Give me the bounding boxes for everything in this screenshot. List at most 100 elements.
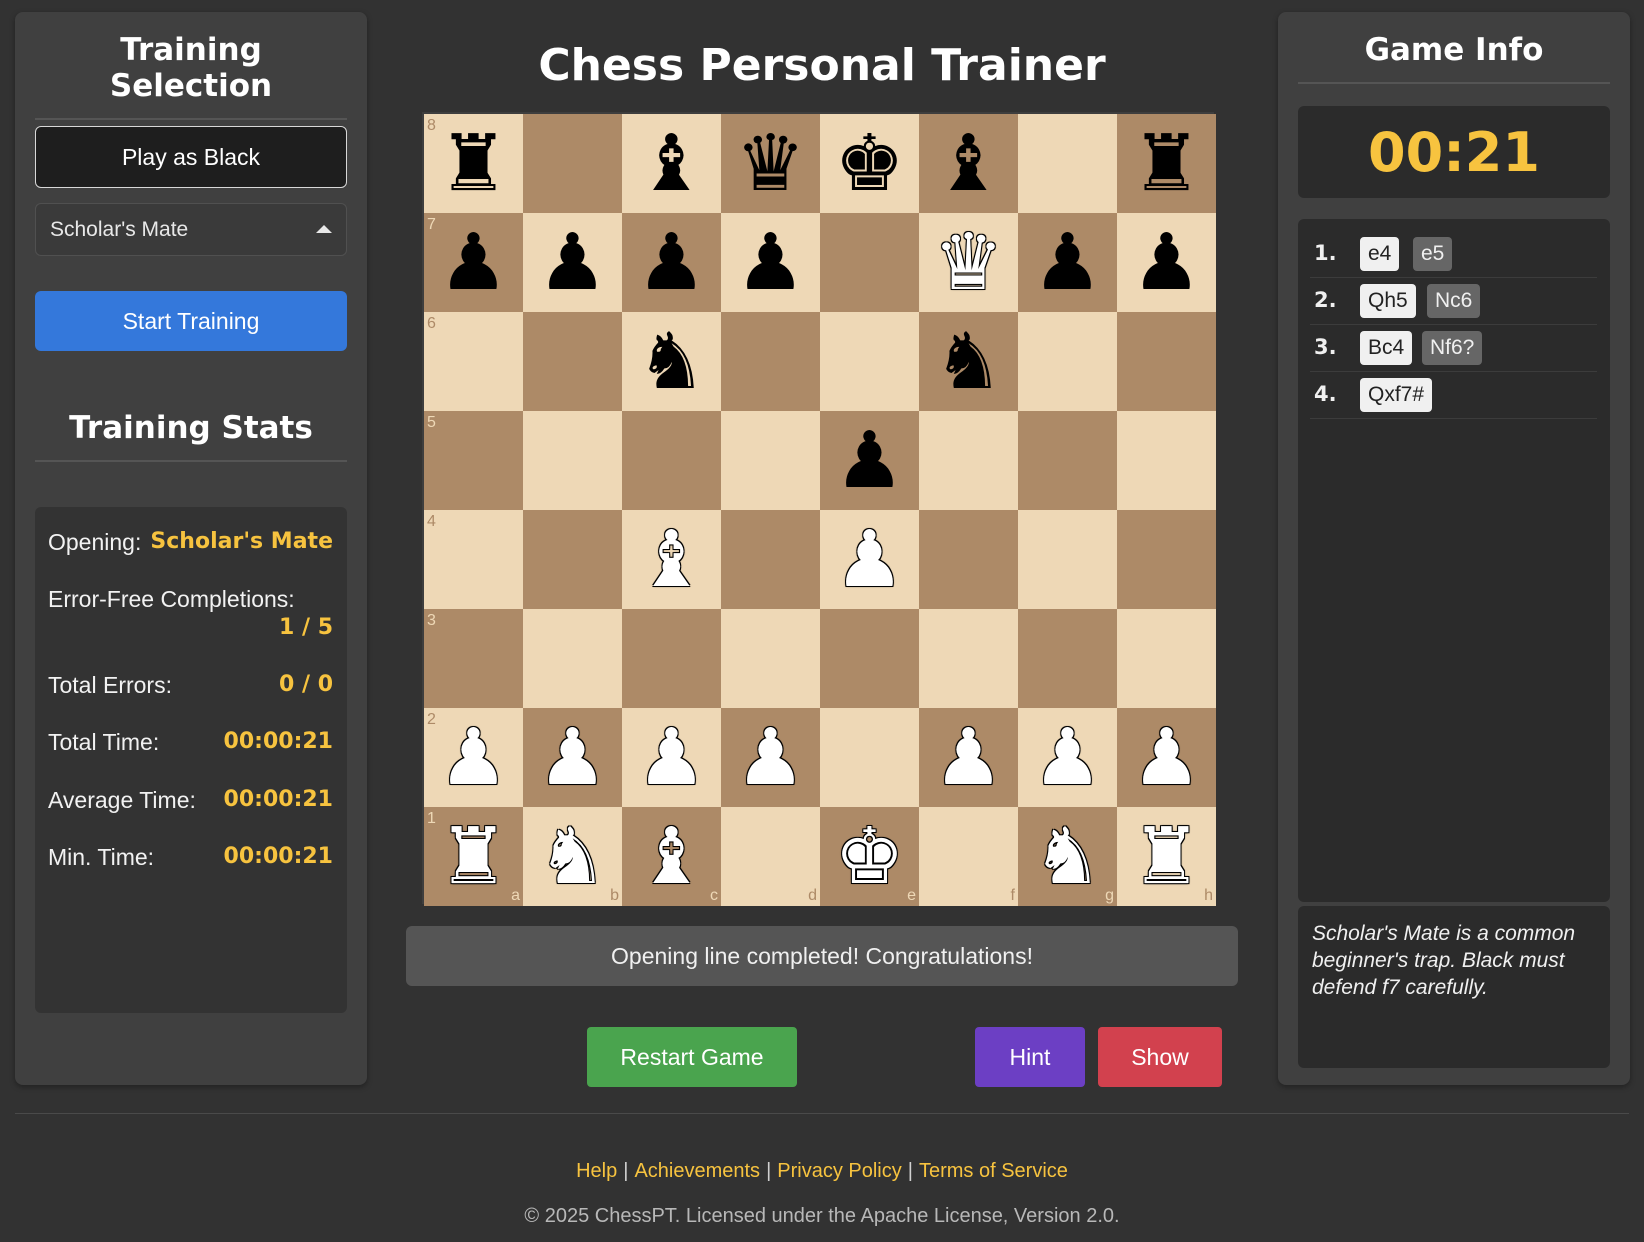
square-f2[interactable]: ♟ xyxy=(919,708,1018,807)
white-rook-icon[interactable]: ♜ xyxy=(1117,807,1216,906)
square-c5[interactable] xyxy=(622,411,721,510)
black-move[interactable]: Nf6? xyxy=(1422,331,1483,365)
square-e3[interactable] xyxy=(820,609,919,708)
black-move[interactable]: e5 xyxy=(1413,237,1453,271)
white-bishop-icon[interactable]: ♝ xyxy=(622,510,721,609)
square-a1[interactable]: 1 a ♜ xyxy=(424,807,523,906)
square-d6[interactable] xyxy=(721,312,820,411)
white-pawn-icon[interactable]: ♟ xyxy=(622,708,721,807)
square-b2[interactable]: ♟ xyxy=(523,708,622,807)
square-f6[interactable]: ♞ xyxy=(919,312,1018,411)
square-d8[interactable]: ♛ xyxy=(721,114,820,213)
white-move[interactable]: Bc4 xyxy=(1360,331,1413,365)
black-knight-icon[interactable]: ♞ xyxy=(919,312,1018,411)
black-pawn-icon[interactable]: ♟ xyxy=(820,411,919,510)
square-f7[interactable]: ♛ xyxy=(919,213,1018,312)
black-bishop-icon[interactable]: ♝ xyxy=(622,114,721,213)
square-g8[interactable] xyxy=(1018,114,1117,213)
white-pawn-icon[interactable]: ♟ xyxy=(1117,708,1216,807)
black-rook-icon[interactable]: ♜ xyxy=(1117,114,1216,213)
square-g4[interactable] xyxy=(1018,510,1117,609)
black-pawn-icon[interactable]: ♟ xyxy=(523,213,622,312)
square-h8[interactable]: ♜ xyxy=(1117,114,1216,213)
square-b5[interactable] xyxy=(523,411,622,510)
square-c7[interactable]: ♟ xyxy=(622,213,721,312)
square-h6[interactable] xyxy=(1117,312,1216,411)
square-e8[interactable]: ♚ xyxy=(820,114,919,213)
square-f3[interactable] xyxy=(919,609,1018,708)
square-f8[interactable]: ♝ xyxy=(919,114,1018,213)
black-knight-icon[interactable]: ♞ xyxy=(622,312,721,411)
play-as-black-button[interactable]: Play as Black xyxy=(35,126,347,188)
square-c6[interactable]: ♞ xyxy=(622,312,721,411)
square-a5[interactable]: 5 xyxy=(424,411,523,510)
square-d3[interactable] xyxy=(721,609,820,708)
square-c1[interactable]: c ♝ xyxy=(622,807,721,906)
white-queen-icon[interactable]: ♛ xyxy=(919,213,1018,312)
square-g3[interactable] xyxy=(1018,609,1117,708)
square-a2[interactable]: 2 ♟ xyxy=(424,708,523,807)
square-h7[interactable]: ♟ xyxy=(1117,213,1216,312)
square-b8[interactable] xyxy=(523,114,622,213)
black-pawn-icon[interactable]: ♟ xyxy=(622,213,721,312)
white-rook-icon[interactable]: ♜ xyxy=(424,807,523,906)
square-h3[interactable] xyxy=(1117,609,1216,708)
privacy-policy-link[interactable]: Privacy Policy xyxy=(777,1160,901,1182)
white-king-icon[interactable]: ♚ xyxy=(820,807,919,906)
square-c2[interactable]: ♟ xyxy=(622,708,721,807)
square-e1[interactable]: e ♚ xyxy=(820,807,919,906)
white-pawn-icon[interactable]: ♟ xyxy=(820,510,919,609)
square-g2[interactable]: ♟ xyxy=(1018,708,1117,807)
achievements-link[interactable]: Achievements xyxy=(634,1160,760,1182)
white-bishop-icon[interactable]: ♝ xyxy=(622,807,721,906)
black-bishop-icon[interactable]: ♝ xyxy=(919,114,1018,213)
white-knight-icon[interactable]: ♞ xyxy=(1018,807,1117,906)
square-b4[interactable] xyxy=(523,510,622,609)
square-a8[interactable]: 8 ♜ xyxy=(424,114,523,213)
white-move[interactable]: Qxf7# xyxy=(1360,378,1433,412)
square-d7[interactable]: ♟ xyxy=(721,213,820,312)
square-b6[interactable] xyxy=(523,312,622,411)
square-a6[interactable]: 6 xyxy=(424,312,523,411)
square-d4[interactable] xyxy=(721,510,820,609)
square-c3[interactable] xyxy=(622,609,721,708)
square-f4[interactable] xyxy=(919,510,1018,609)
square-e7[interactable] xyxy=(820,213,919,312)
black-rook-icon[interactable]: ♜ xyxy=(424,114,523,213)
square-h1[interactable]: h ♜ xyxy=(1117,807,1216,906)
black-queen-icon[interactable]: ♛ xyxy=(721,114,820,213)
opening-select[interactable]: Scholar's Mate xyxy=(35,203,347,256)
square-h5[interactable] xyxy=(1117,411,1216,510)
black-pawn-icon[interactable]: ♟ xyxy=(1018,213,1117,312)
square-a7[interactable]: 7 ♟ xyxy=(424,213,523,312)
white-knight-icon[interactable]: ♞ xyxy=(523,807,622,906)
square-b7[interactable]: ♟ xyxy=(523,213,622,312)
black-pawn-icon[interactable]: ♟ xyxy=(1117,213,1216,312)
square-e6[interactable] xyxy=(820,312,919,411)
square-d1[interactable]: d xyxy=(721,807,820,906)
black-pawn-icon[interactable]: ♟ xyxy=(424,213,523,312)
square-g1[interactable]: g ♞ xyxy=(1018,807,1117,906)
white-move[interactable]: e4 xyxy=(1360,237,1400,271)
help-link[interactable]: Help xyxy=(576,1160,617,1182)
square-h4[interactable] xyxy=(1117,510,1216,609)
square-e5[interactable]: ♟ xyxy=(820,411,919,510)
square-a4[interactable]: 4 xyxy=(424,510,523,609)
square-e4[interactable]: ♟ xyxy=(820,510,919,609)
white-move[interactable]: Qh5 xyxy=(1360,284,1416,318)
black-king-icon[interactable]: ♚ xyxy=(820,114,919,213)
square-b3[interactable] xyxy=(523,609,622,708)
square-g5[interactable] xyxy=(1018,411,1117,510)
white-pawn-icon[interactable]: ♟ xyxy=(1018,708,1117,807)
square-b1[interactable]: b ♞ xyxy=(523,807,622,906)
square-c4[interactable]: ♝ xyxy=(622,510,721,609)
square-g7[interactable]: ♟ xyxy=(1018,213,1117,312)
square-f5[interactable] xyxy=(919,411,1018,510)
terms-of-service-link[interactable]: Terms of Service xyxy=(919,1160,1068,1182)
white-pawn-icon[interactable]: ♟ xyxy=(424,708,523,807)
square-c8[interactable]: ♝ xyxy=(622,114,721,213)
white-pawn-icon[interactable]: ♟ xyxy=(721,708,820,807)
square-h2[interactable]: ♟ xyxy=(1117,708,1216,807)
square-a3[interactable]: 3 xyxy=(424,609,523,708)
square-e2[interactable] xyxy=(820,708,919,807)
